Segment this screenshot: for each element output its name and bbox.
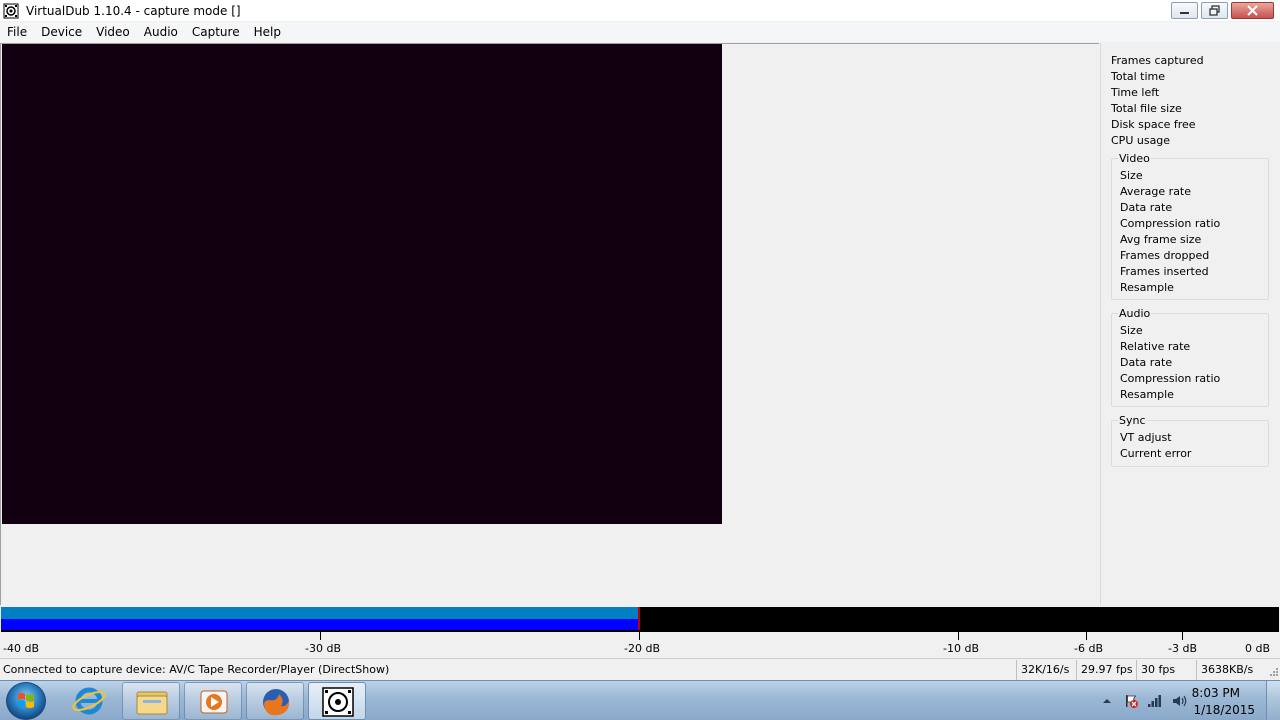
meter-peak-marker <box>638 607 640 630</box>
taskbar-virtualdub[interactable] <box>308 682 366 720</box>
audio-level-meter: -40 dB -30 dB -20 dB -10 dB -6 dB -3 dB … <box>0 605 1280 657</box>
restore-icon <box>1209 5 1220 16</box>
video-frames-inserted: Frames inserted <box>1120 265 1209 278</box>
virtualdub-app-icon[interactable] <box>3 3 19 19</box>
meter-level-fill-bottom <box>1 619 639 630</box>
volume-icon[interactable] <box>1171 693 1187 709</box>
audio-data-rate: Data rate <box>1120 356 1173 369</box>
meter-bar <box>1 607 1279 632</box>
meter-label-minus6: -6 dB <box>1074 642 1103 655</box>
menu-audio[interactable]: Audio <box>137 22 185 42</box>
meter-tick <box>958 632 959 640</box>
meter-label-0: 0 dB <box>1245 642 1271 655</box>
audio-size: Size <box>1120 324 1143 337</box>
action-center-flag-icon[interactable] <box>1123 693 1139 709</box>
minimize-button[interactable] <box>1171 2 1198 19</box>
meter-label-minus20: -20 dB <box>624 642 660 655</box>
stat-cpu-usage: CPU usage <box>1111 134 1171 147</box>
video-resample: Resample <box>1120 281 1174 294</box>
clock-time[interactable]: 8:03 PM <box>1192 686 1240 700</box>
close-icon <box>1247 5 1258 16</box>
status-message: Connected to capture device: AV/C Tape R… <box>3 663 390 676</box>
video-data-rate: Data rate <box>1120 201 1173 214</box>
window-controls <box>1166 2 1274 20</box>
virtualdub-icon <box>322 687 354 717</box>
audio-group-title: Audio <box>1118 307 1152 320</box>
video-frames-dropped: Frames dropped <box>1120 249 1210 262</box>
status-audio-format: 32K/16/s <box>1016 660 1076 680</box>
video-size: Size <box>1120 169 1143 182</box>
meter-tick <box>639 632 640 640</box>
meter-label-minus30: -30 dB <box>305 642 341 655</box>
folder-icon <box>136 691 168 715</box>
clock-date[interactable]: 1/18/2015 <box>1193 703 1255 717</box>
menu-video[interactable]: Video <box>89 22 137 42</box>
status-bar: Connected to capture device: AV/C Tape R… <box>0 658 1280 680</box>
menu-help[interactable]: Help <box>247 22 288 42</box>
taskbar-media-player[interactable] <box>184 682 242 720</box>
close-button[interactable] <box>1231 2 1274 19</box>
status-data-rate: 3638KB/s <box>1196 660 1266 680</box>
video-compression-ratio: Compression ratio <box>1120 217 1221 230</box>
stat-frames-captured: Frames captured <box>1111 54 1204 67</box>
start-button[interactable] <box>6 682 46 720</box>
windows-logo-icon <box>18 693 34 708</box>
network-signal-icon[interactable] <box>1147 693 1163 709</box>
video-avg-frame-size: Avg frame size <box>1120 233 1202 246</box>
taskbar-internet-explorer[interactable] <box>60 682 118 720</box>
meter-label-minus3: -3 dB <box>1168 642 1197 655</box>
meter-level-fill-top <box>1 607 639 619</box>
menu-bar: File Device Video Audio Capture Help <box>0 22 1280 42</box>
video-preview <box>2 44 722 524</box>
menu-device[interactable]: Device <box>34 22 89 42</box>
show-desktop-button[interactable] <box>1266 681 1280 720</box>
taskbar-file-explorer[interactable] <box>122 682 180 720</box>
internet-explorer-icon <box>72 687 106 715</box>
media-player-icon <box>200 690 228 714</box>
minimize-icon <box>1180 12 1189 14</box>
status-fps-target: 30 fps <box>1136 660 1196 680</box>
audio-compression-ratio: Compression ratio <box>1120 372 1221 385</box>
sync-current-error: Current error <box>1120 447 1192 460</box>
audio-resample: Resample <box>1120 388 1174 401</box>
meter-tick <box>320 632 321 640</box>
menu-capture[interactable]: Capture <box>185 22 247 42</box>
stat-total-file-size: Total file size <box>1111 102 1182 115</box>
taskbar-firefox[interactable] <box>246 682 304 720</box>
stat-total-time: Total time <box>1111 70 1166 83</box>
meter-tick <box>1182 632 1183 640</box>
video-group-title: Video <box>1118 152 1151 165</box>
status-fps: 29.97 fps <box>1076 660 1136 680</box>
audio-relative-rate: Relative rate <box>1120 340 1191 353</box>
stat-time-left: Time left <box>1111 86 1160 99</box>
sync-vt-adjust: VT adjust <box>1120 431 1172 444</box>
firefox-icon <box>263 689 290 716</box>
sync-group-title: Sync <box>1118 414 1147 427</box>
video-average-rate: Average rate <box>1120 185 1192 198</box>
meter-label-minus10: -10 dB <box>943 642 979 655</box>
taskbar: 8:03 PM 1/18/2015 <box>0 680 1280 720</box>
meter-tick <box>1086 632 1087 640</box>
restore-button[interactable] <box>1201 2 1228 19</box>
menu-file[interactable]: File <box>0 22 34 42</box>
window-title: VirtualDub 1.10.4 - capture mode [] <box>26 4 241 18</box>
title-bar: VirtualDub 1.10.4 - capture mode [] <box>0 0 1280 22</box>
show-hidden-icons-icon[interactable] <box>1099 693 1115 709</box>
resize-grip-icon[interactable] <box>1265 665 1279 679</box>
meter-label-minus40: -40 dB <box>3 642 39 655</box>
stat-disk-space-free: Disk space free <box>1111 118 1196 131</box>
